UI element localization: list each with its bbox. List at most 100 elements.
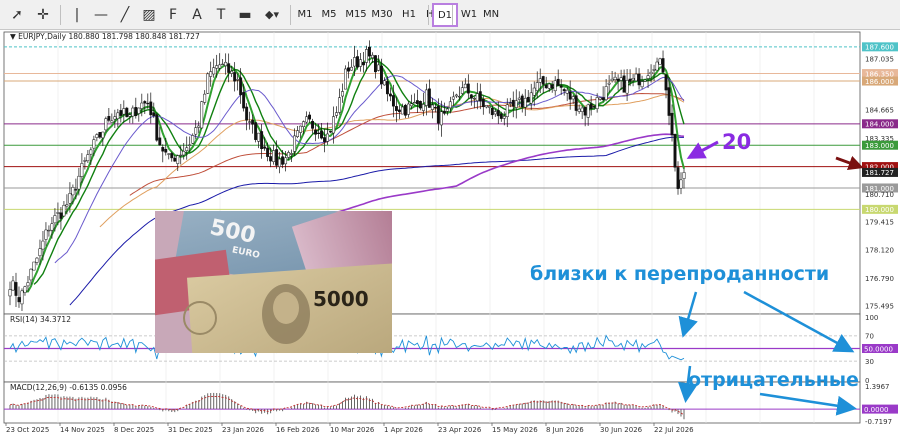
candle-body — [664, 74, 668, 91]
candle-body — [314, 129, 317, 135]
macd-axis-label: 0.0000 — [864, 406, 889, 414]
timeframe-m15[interactable]: M15 — [342, 4, 370, 25]
annotation-oversold: близки к перепроданности — [530, 263, 829, 285]
candle-body — [586, 104, 590, 118]
candle-body — [92, 139, 96, 149]
macd-axis-label: -0.7197 — [865, 418, 892, 426]
candle-body — [260, 131, 264, 150]
candle-body — [269, 156, 273, 162]
candle-body — [445, 108, 449, 112]
candle-body — [541, 76, 545, 85]
fibonacci-icon[interactable]: F — [162, 4, 184, 25]
candle-body — [299, 125, 303, 133]
channel-icon[interactable]: ▨ — [138, 4, 160, 25]
macd-header: MACD(12,26,9) -0.6135 0.0956 — [10, 383, 127, 392]
date-label: 31 Dec 2025 — [168, 426, 213, 434]
vertical-line-icon[interactable]: | — [66, 4, 88, 25]
candle-body — [350, 66, 353, 71]
candle-body — [451, 96, 455, 100]
cursor-icon[interactable]: ➚ — [6, 4, 28, 25]
candle-body — [137, 107, 141, 114]
candle-body — [209, 71, 213, 77]
candle-body — [481, 99, 485, 108]
candle-body — [188, 144, 192, 146]
candle-body — [113, 116, 117, 120]
candle-body — [511, 99, 515, 107]
candle-body — [38, 248, 42, 257]
candle-body — [239, 77, 243, 96]
rectangle-label-icon[interactable]: ▬ — [234, 4, 256, 25]
candle-body — [203, 93, 207, 103]
date-label: 30 Jun 2026 — [600, 426, 643, 434]
candle-body — [317, 132, 320, 135]
candle-body — [20, 290, 24, 305]
rsi-axis-label: 50.0000 — [864, 345, 893, 353]
candle-body — [478, 91, 482, 102]
candle-body — [490, 108, 494, 116]
candle-body — [233, 72, 237, 82]
candle-body — [185, 147, 189, 151]
candle-body — [284, 157, 288, 165]
candle-body — [670, 112, 674, 136]
date-axis: 23 Oct 2025 14 Nov 2025 8 Dec 2025 31 Dec 2… — [5, 423, 694, 434]
timeframe-m30[interactable]: M30 — [368, 4, 396, 25]
shapes-icon[interactable]: ◆▾ — [258, 4, 286, 25]
candle-body — [640, 81, 644, 88]
candle-body — [131, 107, 135, 117]
candle-body — [272, 150, 276, 162]
candle-body — [227, 63, 231, 73]
candle-body — [631, 78, 635, 81]
candle-body — [673, 134, 677, 168]
banknotes-image: 500 EURO 5000 — [155, 211, 392, 353]
candle-body — [290, 153, 294, 155]
price-axis: 187.600187.035186.350186.000184.665184.0… — [862, 42, 898, 310]
timeframe-d1[interactable]: D1 — [432, 3, 458, 27]
price-label: 187.035 — [865, 56, 894, 64]
candle-body — [625, 80, 629, 94]
toolbar-separator — [452, 5, 453, 25]
candle-body — [577, 108, 581, 112]
candle-body — [379, 65, 383, 85]
timeframe-mn[interactable]: MN — [478, 4, 504, 25]
candle-body — [110, 120, 114, 123]
crosshair-icon[interactable]: ✛ — [32, 4, 54, 25]
timeframe-m1[interactable]: M1 — [292, 4, 318, 25]
candle-body — [439, 111, 443, 126]
chart-symbol: ▼ EURJPY,Daily 180.880 181.798 180.848 1… — [10, 32, 200, 41]
candle-body — [263, 146, 267, 149]
candle-body — [553, 80, 557, 92]
candle-body — [559, 85, 563, 88]
trading-terminal: ➚ ✛ | — ╱ ▨ F A T ▬ ◆▾ M1 M5 M15 M30 H1 … — [0, 0, 900, 440]
candle-body — [556, 78, 560, 86]
chart-area[interactable]: 1007050.0000300 1.39670.0000-0.7197 187.… — [0, 30, 900, 440]
candle-body — [448, 101, 452, 109]
candle-body — [107, 116, 111, 121]
candle-body — [517, 97, 521, 100]
candle-body — [658, 58, 662, 65]
candle-body — [532, 87, 536, 96]
text-icon[interactable]: A — [186, 4, 208, 25]
candle-body — [589, 103, 593, 109]
date-label: 14 Nov 2025 — [60, 426, 105, 434]
timeframe-h1[interactable]: H1 — [396, 4, 422, 25]
price-label: 178.120 — [865, 246, 894, 254]
candle-body — [520, 95, 524, 108]
candle-body — [125, 107, 129, 118]
rsi-axis-label: 30 — [865, 358, 874, 366]
candle-body — [643, 79, 647, 82]
candle-body — [341, 91, 344, 97]
candle-body — [496, 110, 500, 117]
trend-line-icon[interactable]: ╱ — [114, 4, 136, 25]
candle-body — [493, 111, 497, 115]
candle-body — [152, 112, 156, 117]
candle-body — [377, 64, 380, 71]
candle-body — [89, 149, 93, 155]
candle-body — [251, 119, 255, 125]
candle-body — [562, 89, 566, 92]
candle-body — [308, 114, 312, 120]
timeframe-m5[interactable]: M5 — [316, 4, 342, 25]
candle-body — [388, 93, 392, 97]
text-label-icon[interactable]: T — [210, 4, 232, 25]
horizontal-line-icon[interactable]: — — [90, 4, 112, 25]
candle-body — [140, 102, 144, 109]
